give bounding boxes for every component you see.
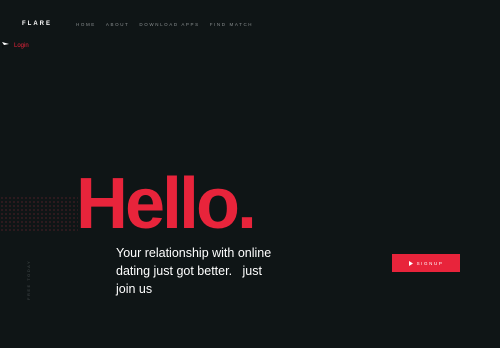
nav-item-home[interactable]: HOME [76, 22, 96, 27]
play-icon [408, 260, 413, 266]
main-nav: HOME ABOUT DOWNLOAD APPS FIND MATCH [76, 22, 253, 27]
hero-heading: Hello. [76, 164, 257, 244]
signup-label: SIGNUP [416, 260, 444, 266]
signup-button[interactable]: SIGNUP [392, 254, 460, 272]
login-arrow-icon [2, 42, 11, 49]
nav-item-about[interactable]: ABOUT [106, 22, 130, 27]
decorative-dot-grid [0, 196, 78, 232]
vertical-side-text: FREE TODAY [26, 259, 31, 300]
brand-logo[interactable]: FLARE [22, 21, 52, 27]
nav-item-find-match[interactable]: FIND MATCH [210, 22, 253, 27]
login-label: Login [14, 42, 29, 49]
hero-tagline: Your relationship with online dating jus… [116, 246, 275, 296]
login-link[interactable]: Login [2, 42, 29, 49]
nav-item-download-apps[interactable]: DOWNLOAD APPS [139, 22, 199, 27]
